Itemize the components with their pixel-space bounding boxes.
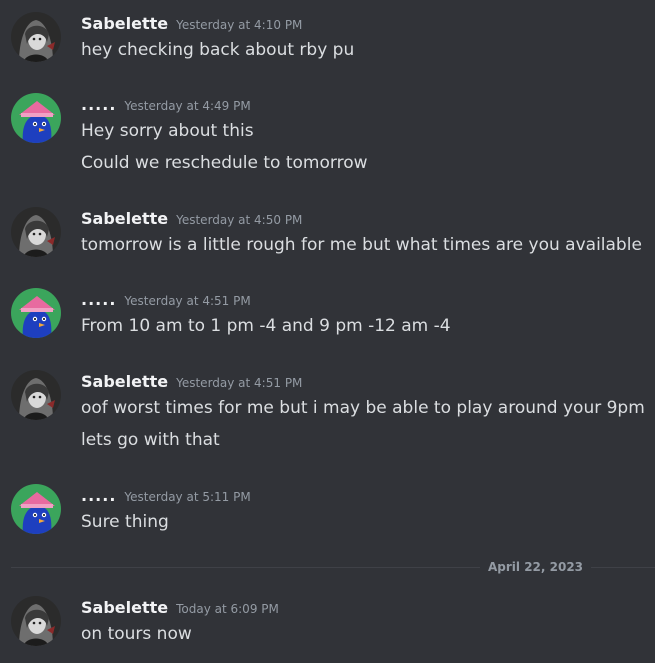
message-header: ..... Yesterday at 4:49 PM — [81, 93, 251, 117]
message-text: Hey sorry about this — [81, 121, 254, 141]
timestamp[interactable]: Yesterday at 4:49 PM — [124, 99, 250, 113]
timestamp[interactable]: Yesterday at 5:11 PM — [124, 490, 250, 504]
avatar[interactable] — [11, 207, 61, 257]
anime-girl-avatar-icon — [11, 207, 61, 257]
avatar[interactable] — [11, 484, 61, 534]
username[interactable]: ..... — [81, 486, 116, 505]
username[interactable]: Sabelette — [81, 14, 168, 33]
message-text: lets go with that — [81, 430, 220, 450]
message-header: Sabelette Today at 6:09 PM — [81, 596, 279, 620]
timestamp[interactable]: Yesterday at 4:50 PM — [176, 213, 302, 227]
anime-girl-avatar-icon — [11, 596, 61, 646]
date-divider-label: April 22, 2023 — [480, 558, 592, 576]
timestamp[interactable]: Yesterday at 4:51 PM — [124, 294, 250, 308]
timestamp[interactable]: Today at 6:09 PM — [176, 602, 279, 616]
message-text: Sure thing — [81, 512, 169, 532]
chat-message-list: Sabelette Yesterday at 4:10 PM hey checki… — [0, 0, 655, 663]
message-header: Sabelette Yesterday at 4:50 PM — [81, 207, 302, 231]
blue-bird-pink-hat-avatar-icon — [11, 484, 61, 534]
message-text: on tours now — [81, 624, 192, 644]
timestamp[interactable]: Yesterday at 4:51 PM — [176, 376, 302, 390]
message-header: ..... Yesterday at 4:51 PM — [81, 288, 251, 312]
avatar[interactable] — [11, 12, 61, 62]
username[interactable]: Sabelette — [81, 372, 168, 391]
anime-girl-avatar-icon — [11, 12, 61, 62]
blue-bird-pink-hat-avatar-icon — [11, 288, 61, 338]
message-header: ..... Yesterday at 5:11 PM — [81, 484, 251, 508]
avatar[interactable] — [11, 596, 61, 646]
avatar[interactable] — [11, 93, 61, 143]
message-header: Sabelette Yesterday at 4:51 PM — [81, 370, 302, 394]
message-header: Sabelette Yesterday at 4:10 PM — [81, 12, 302, 36]
username[interactable]: ..... — [81, 290, 116, 309]
message-text: hey checking back about rby pu — [81, 40, 355, 60]
timestamp[interactable]: Yesterday at 4:10 PM — [176, 18, 302, 32]
message-text: From 10 am to 1 pm -4 and 9 pm -12 am -4 — [81, 316, 451, 336]
username[interactable]: Sabelette — [81, 598, 168, 617]
blue-bird-pink-hat-avatar-icon — [11, 93, 61, 143]
username[interactable]: Sabelette — [81, 209, 168, 228]
message-text: oof worst times for me but i may be able… — [81, 398, 645, 418]
message-text: Could we reschedule to tomorrow — [81, 153, 368, 173]
username[interactable]: ..... — [81, 95, 116, 114]
message-text: tomorrow is a little rough for me but wh… — [81, 235, 642, 255]
anime-girl-avatar-icon — [11, 370, 61, 420]
avatar[interactable] — [11, 370, 61, 420]
avatar[interactable] — [11, 288, 61, 338]
